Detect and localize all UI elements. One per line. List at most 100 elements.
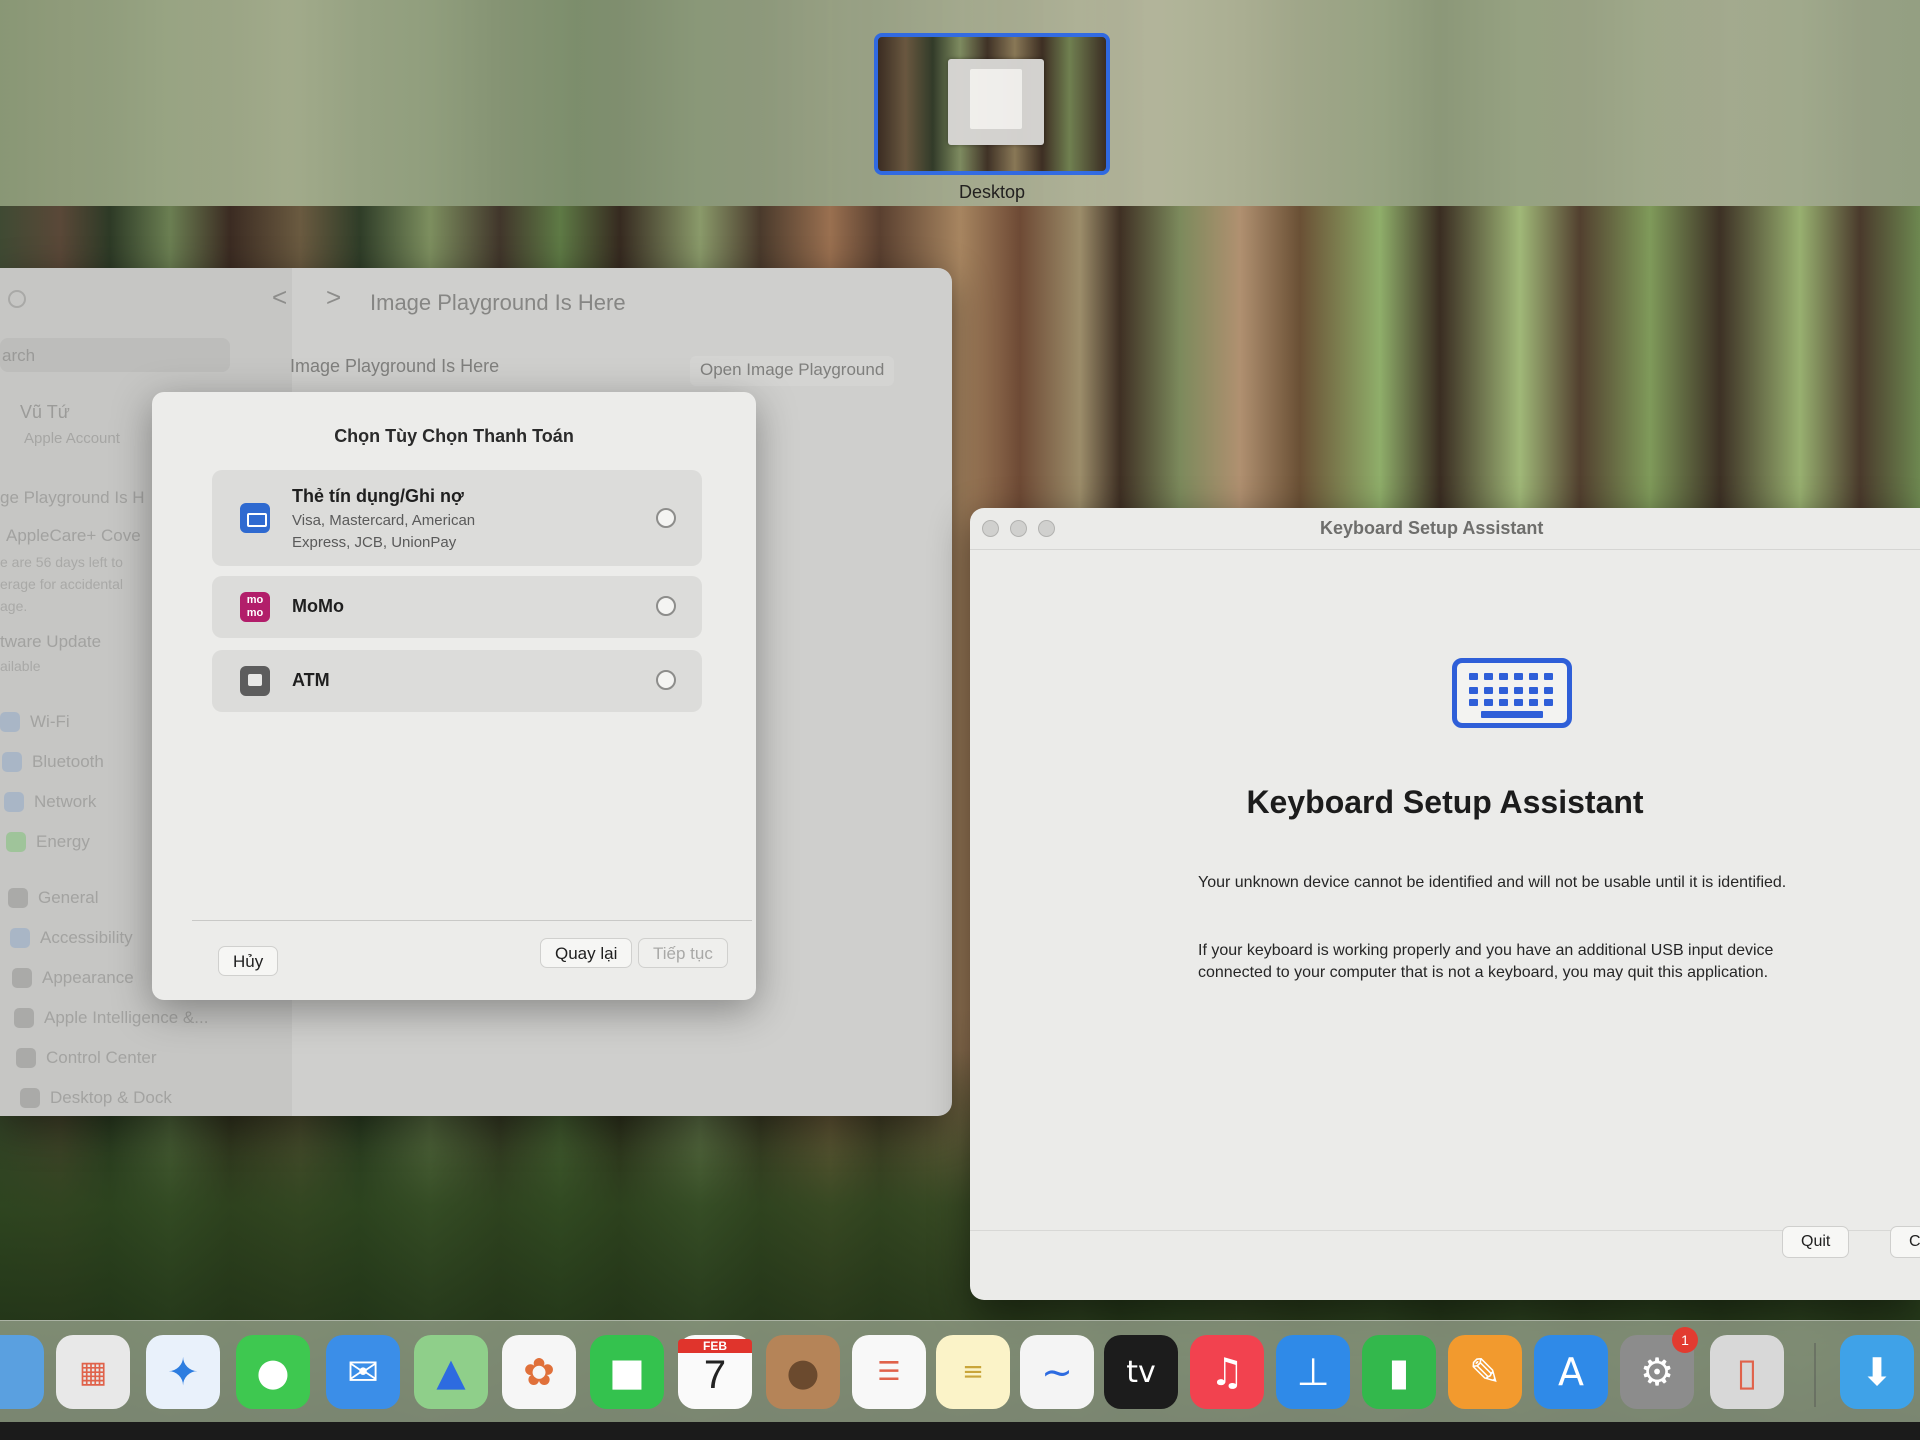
control-center-icon <box>16 1048 36 1068</box>
quit-button[interactable]: Quit <box>1782 1226 1850 1258</box>
keyboard-icon <box>1452 658 1572 728</box>
sidebar-item-label: Bluetooth <box>32 752 104 771</box>
sidebar-item-software-update[interactable]: tware Update <box>0 632 101 652</box>
safari-icon[interactable]: ✦ <box>146 1335 220 1409</box>
appearance-icon <box>12 968 32 988</box>
payment-option-description: Visa, Mastercard, American Express, JCB,… <box>292 512 476 551</box>
window-titlebar: Keyboard Setup Assistant <box>970 508 1920 550</box>
window-footer-divider <box>970 1230 1920 1231</box>
network-icon <box>4 792 24 812</box>
sidebar-item-label: Control Center <box>46 1048 157 1067</box>
applecare-note-line: erage for accidental <box>0 576 123 592</box>
thumbnail-window-preview <box>948 59 1044 145</box>
desktop-space-thumbnail[interactable] <box>874 33 1110 175</box>
continue-button[interactable]: C <box>1890 1226 1920 1258</box>
maps-icon[interactable]: ▲ <box>414 1335 488 1409</box>
open-image-playground-button[interactable]: Open Image Playground <box>690 356 895 386</box>
calendar-month: FEB <box>678 1339 752 1353</box>
window-zoom-button[interactable] <box>1038 520 1055 537</box>
screen-bezel <box>0 1422 1920 1440</box>
apple-intelligence-icon <box>14 1008 34 1028</box>
sidebar-item-label: Energy <box>36 832 90 851</box>
back-button[interactable]: Quay lại <box>540 938 633 968</box>
downloads-folder-icon[interactable]: ⬇ <box>1840 1335 1914 1409</box>
accessibility-icon <box>10 928 30 948</box>
launchpad-icon[interactable]: ▦ <box>56 1335 130 1409</box>
payment-option-name: MoMo <box>292 596 344 616</box>
sidebar-item-energy[interactable]: Energy <box>6 832 90 852</box>
sidebar-item-image-playground[interactable]: ge Playground Is H <box>0 488 145 508</box>
sidebar-item-label: Appearance <box>42 968 134 987</box>
sheet-footer-divider <box>192 920 752 921</box>
sidebar-item-general[interactable]: General <box>8 888 98 908</box>
mail-icon[interactable]: ✉ <box>326 1335 400 1409</box>
system-settings-icon[interactable]: ⚙ 1 <box>1620 1327 1698 1409</box>
sidebar-item-desktop-dock[interactable]: Desktop & Dock <box>20 1088 172 1108</box>
keynote-icon[interactable]: ⊥ <box>1276 1335 1350 1409</box>
notes-icon[interactable]: ≡ <box>936 1335 1010 1409</box>
photos-icon[interactable]: ✿ <box>502 1335 576 1409</box>
back-chevron-icon[interactable]: < <box>272 282 287 313</box>
sidebar-item-label: Desktop & Dock <box>50 1088 172 1107</box>
assistant-message-paragraph: If your keyboard is working properly and… <box>1198 942 1774 981</box>
payment-option-radio[interactable] <box>656 670 676 690</box>
sidebar-item-network[interactable]: Network <box>4 792 96 812</box>
finder-icon[interactable] <box>0 1335 44 1409</box>
payment-option-radio[interactable] <box>656 596 676 616</box>
reminders-icon[interactable]: ☰ <box>852 1335 926 1409</box>
desktop-space-label: Desktop <box>958 182 1026 202</box>
sidebar-item-appearance[interactable]: Appearance <box>12 968 134 988</box>
sidebar-item-label: General <box>38 888 99 907</box>
wifi-icon <box>0 712 20 732</box>
music-icon[interactable]: ♫ <box>1190 1335 1264 1409</box>
apple-tv-icon[interactable]: tv <box>1104 1335 1178 1409</box>
payment-option-atm[interactable]: ATM <box>212 650 702 712</box>
numbers-icon[interactable]: ▮ <box>1362 1335 1436 1409</box>
dock-separator <box>1814 1343 1816 1407</box>
window-close-button[interactable] <box>8 290 26 308</box>
continue-button[interactable]: Tiếp tục <box>638 938 728 968</box>
sidebar-item-label: Accessibility <box>40 928 133 947</box>
payment-option-card[interactable]: Thẻ tín dụng/Ghi nợ Visa, Mastercard, Am… <box>212 470 702 566</box>
window-close-button[interactable] <box>982 520 999 537</box>
sidebar-item-bluetooth[interactable]: Bluetooth <box>2 752 104 772</box>
sidebar-item-wifi[interactable]: Wi-Fi <box>0 712 70 732</box>
sidebar-item-label: Wi-Fi <box>30 712 70 731</box>
iphone-mirroring-icon[interactable]: ▯ <box>1710 1335 1784 1409</box>
assistant-message-paragraph: Your unknown device cannot be identified… <box>1198 874 1787 891</box>
sidebar-search-field[interactable]: arch <box>0 338 230 372</box>
sheet-title: Chọn Tùy Chọn Thanh Toán <box>334 426 574 446</box>
sidebar-item-apple-intelligence[interactable]: Apple Intelligence &... <box>14 1008 208 1028</box>
bluetooth-icon <box>2 752 22 772</box>
keyboard-setup-assistant-window: Keyboard Setup Assistant Keyboard Setup … <box>970 508 1920 1300</box>
sidebar-item-accessibility[interactable]: Accessibility <box>10 928 133 948</box>
credit-card-icon <box>240 503 270 533</box>
payment-option-name: Thẻ tín dụng/Ghi nợ <box>292 486 464 506</box>
mission-control-spaces-bar: Desktop <box>0 0 1920 206</box>
forward-chevron-icon[interactable]: > <box>326 282 341 313</box>
freeform-icon[interactable]: ~ <box>1020 1335 1094 1409</box>
notification-badge: 1 <box>1672 1327 1698 1353</box>
facetime-icon[interactable]: ■ <box>590 1335 664 1409</box>
window-minimize-button[interactable] <box>1010 520 1027 537</box>
momo-logo-icon: mo mo <box>240 592 270 622</box>
payment-option-momo[interactable]: mo mo MoMo <box>212 576 702 638</box>
calendar-day: 7 <box>703 1353 727 1397</box>
app-store-icon[interactable]: A <box>1534 1335 1608 1409</box>
payment-option-radio[interactable] <box>656 508 676 528</box>
applecare-note-line: e are 56 days left to <box>0 554 123 570</box>
sidebar-item-label: Network <box>34 792 97 811</box>
software-update-subtitle: ailable <box>0 658 41 674</box>
atm-card-icon <box>240 666 270 696</box>
cancel-button[interactable]: Hủy <box>218 946 279 976</box>
contacts-icon[interactable]: ● <box>766 1335 840 1409</box>
settings-row-label: Image Playground Is Here <box>290 356 500 376</box>
calendar-icon[interactable]: FEB 7 <box>678 1335 752 1409</box>
profile-subtitle: Apple Account <box>24 430 120 447</box>
pages-icon[interactable]: ✎ <box>1448 1335 1522 1409</box>
sidebar-item-applecare[interactable]: AppleCare+ Cove <box>6 526 141 546</box>
applecare-note-line: age. <box>0 598 28 614</box>
profile-name[interactable]: Vũ Tứ <box>20 402 70 423</box>
messages-icon[interactable]: ● <box>236 1335 310 1409</box>
sidebar-item-control-center[interactable]: Control Center <box>16 1048 157 1068</box>
